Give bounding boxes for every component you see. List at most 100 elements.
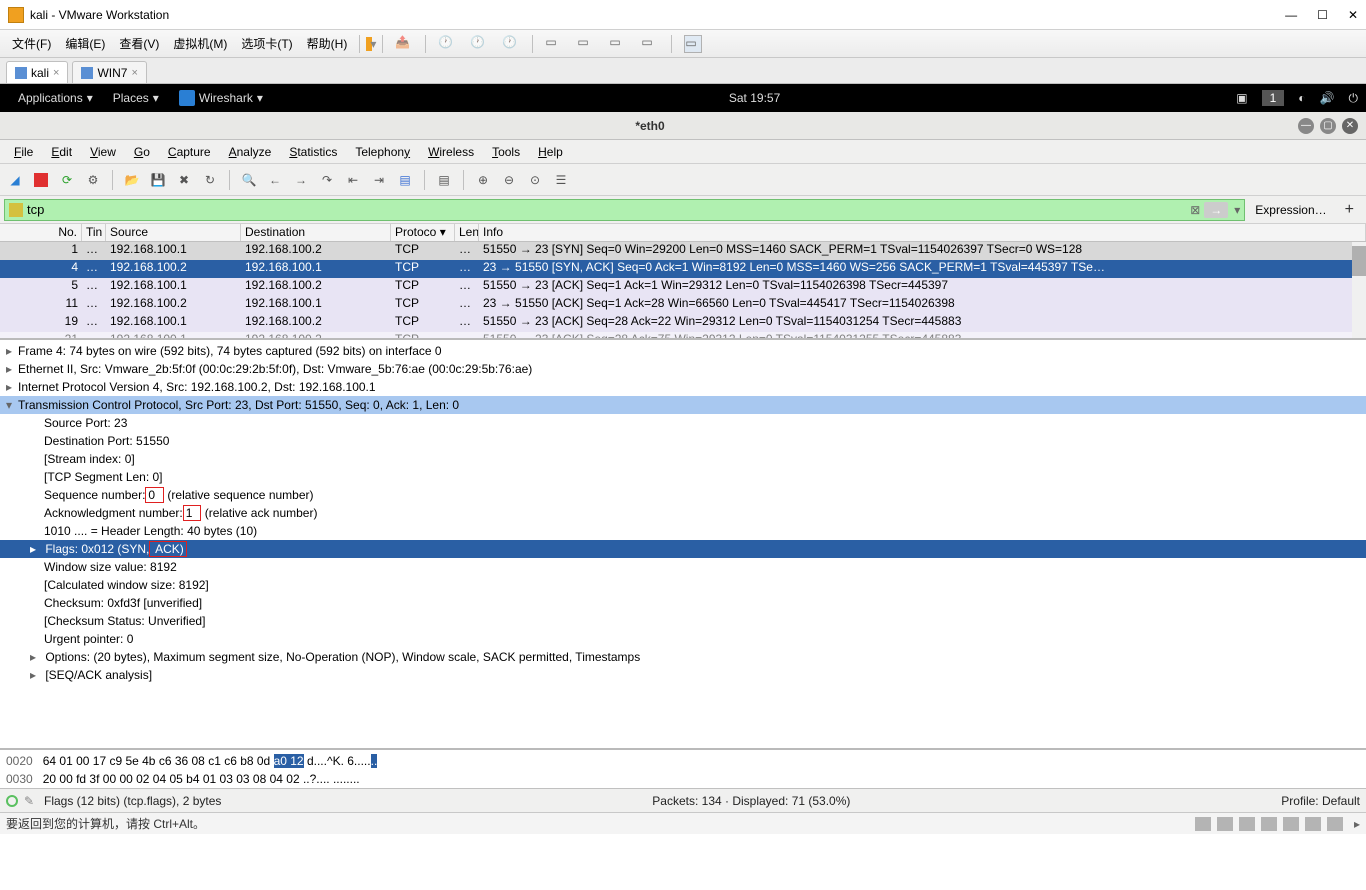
filter-input-box[interactable]: ⊠ → ▾	[4, 199, 1245, 221]
apply-filter-icon[interactable]: →	[1204, 202, 1228, 218]
view1-icon[interactable]: ▭	[545, 35, 563, 53]
detail-seqack[interactable]: ▸ [SEQ/ACK analysis]	[0, 666, 1366, 684]
detail-opts[interactable]: ▸ Options: (20 bytes), Maximum segment s…	[0, 648, 1366, 666]
device-icon[interactable]	[1217, 817, 1233, 831]
bookmark-icon[interactable]	[9, 203, 23, 217]
detail-tcp[interactable]: ▾Transmission Control Protocol, Src Port…	[0, 396, 1366, 414]
tab-close-icon[interactable]: ×	[53, 67, 59, 79]
detail-urg[interactable]: Urgent pointer: 0	[0, 630, 1366, 648]
hex-pane[interactable]: 0020 64 01 00 17 c9 5e 4b c6 36 08 c1 c6…	[0, 748, 1366, 788]
applications-menu[interactable]: Applications ▾	[8, 91, 103, 105]
col-dest[interactable]: Destination	[241, 224, 391, 241]
clock3-icon[interactable]: 🕐	[502, 35, 520, 53]
detail-cksum[interactable]: Checksum: 0xfd3f [unverified]	[0, 594, 1366, 612]
packet-scrollbar[interactable]	[1352, 242, 1366, 338]
zoom-out-icon[interactable]: ⊖	[498, 169, 520, 191]
clock[interactable]: Sat 19:57	[273, 91, 1236, 105]
packet-row[interactable]: 21…192.168.100.1192.168.100.2TCP…51550 →…	[0, 332, 1366, 338]
ws-close-button[interactable]: ✕	[1342, 118, 1358, 134]
volume-icon[interactable]: 🔊	[1320, 91, 1335, 105]
menu-help[interactable]: 帮助(H)	[301, 31, 354, 56]
detail-frame[interactable]: ▸Frame 4: 74 bytes on wire (592 bits), 7…	[0, 342, 1366, 360]
workspace-badge[interactable]: 1	[1262, 90, 1285, 106]
menu-tabs[interactable]: 选项卡(T)	[235, 31, 298, 56]
zoom-reset-icon[interactable]: ⊙	[524, 169, 546, 191]
expand-icon[interactable]: ▸	[1354, 817, 1360, 831]
stop-capture-icon[interactable]	[30, 169, 52, 191]
ws-menu-statistics[interactable]: Statistics	[281, 142, 345, 162]
tab-close-icon[interactable]: ×	[131, 67, 137, 79]
status-profile[interactable]: Profile: Default	[1281, 794, 1360, 808]
device-icon[interactable]	[1261, 817, 1277, 831]
close-file-icon[interactable]: ✖	[173, 169, 195, 191]
screencast-icon[interactable]: ▣	[1236, 91, 1247, 105]
resize-cols-icon[interactable]: ☰	[550, 169, 572, 191]
zoom-in-icon[interactable]: ⊕	[472, 169, 494, 191]
fullscreen-icon[interactable]: ▭	[684, 35, 702, 53]
view4-icon[interactable]: ▭	[641, 35, 659, 53]
hex-row[interactable]: 0030 20 00 fd 3f 00 00 02 04 05 b4 01 03…	[6, 770, 1360, 788]
view2-icon[interactable]: ▭	[577, 35, 595, 53]
device-icon[interactable]	[1239, 817, 1255, 831]
ws-menu-tools[interactable]: Tools	[484, 142, 528, 162]
colorize-icon[interactable]: ▤	[433, 169, 455, 191]
packet-row[interactable]: 19…192.168.100.1192.168.100.2TCP…51550 →…	[0, 314, 1366, 332]
detail-srcport[interactable]: Source Port: 23	[0, 414, 1366, 432]
jump-icon[interactable]: ↷	[316, 169, 338, 191]
places-menu[interactable]: Places ▾	[103, 91, 169, 105]
packet-list-header[interactable]: No. Tin Source Destination Protoco ▾ Len…	[0, 224, 1366, 242]
save-icon[interactable]: 💾	[147, 169, 169, 191]
power-icon[interactable]: ⏻	[1349, 91, 1359, 106]
start-capture-icon[interactable]: ◢	[4, 169, 26, 191]
detail-ckstat[interactable]: [Checksum Status: Unverified]	[0, 612, 1366, 630]
restart-capture-icon[interactable]: ⟳	[56, 169, 78, 191]
ws-menu-telephony[interactable]: Telephony	[347, 142, 418, 162]
ws-menu-file[interactable]: File	[6, 142, 41, 162]
hex-row[interactable]: 0020 64 01 00 17 c9 5e 4b c6 36 08 c1 c6…	[6, 752, 1360, 770]
filter-dropdown-icon[interactable]: ▾	[1234, 203, 1240, 217]
packet-row[interactable]: 4…192.168.100.2192.168.100.1TCP…23 → 515…	[0, 260, 1366, 278]
ws-menu-wireless[interactable]: Wireless	[420, 142, 482, 162]
minimize-button[interactable]: —	[1285, 8, 1297, 22]
capture-options-icon[interactable]: ⚙	[82, 169, 104, 191]
menu-view[interactable]: 查看(V)	[113, 31, 165, 56]
reload-icon[interactable]: ↻	[199, 169, 221, 191]
detail-seq[interactable]: Sequence number:0 (relative sequence num…	[0, 486, 1366, 504]
filter-input[interactable]	[27, 202, 1186, 217]
packet-list[interactable]: No. Tin Source Destination Protoco ▾ Len…	[0, 224, 1366, 338]
next-icon[interactable]: →	[290, 169, 312, 191]
col-time[interactable]: Tin	[82, 224, 106, 241]
detail-seglen[interactable]: [TCP Segment Len: 0]	[0, 468, 1366, 486]
detail-calcwin[interactable]: [Calculated window size: 8192]	[0, 576, 1366, 594]
menu-edit[interactable]: 编辑(E)	[59, 31, 111, 56]
detail-dstport[interactable]: Destination Port: 51550	[0, 432, 1366, 450]
ws-menu-view[interactable]: View	[82, 142, 124, 162]
clock1-icon[interactable]: 🕐	[438, 35, 456, 53]
device-icon[interactable]	[1327, 817, 1343, 831]
detail-flags[interactable]: ▸ Flags: 0x012 (SYN, ACK)	[0, 540, 1366, 558]
add-filter-button[interactable]: +	[1337, 201, 1362, 219]
ws-menu-analyze[interactable]: Analyze	[221, 142, 280, 162]
menu-vm[interactable]: 虚拟机(M)	[167, 31, 233, 56]
ws-minimize-button[interactable]: —	[1298, 118, 1314, 134]
maximize-button[interactable]: ☐	[1317, 8, 1328, 22]
wireshark-app[interactable]: Wireshark ▾	[169, 90, 273, 106]
detail-winsize[interactable]: Window size value: 8192	[0, 558, 1366, 576]
ws-menu-capture[interactable]: Capture	[160, 142, 219, 162]
packet-row[interactable]: 11…192.168.100.2192.168.100.1TCP…23 → 51…	[0, 296, 1366, 314]
menu-file[interactable]: 文件(F)	[6, 31, 57, 56]
device-icon[interactable]	[1305, 817, 1321, 831]
col-source[interactable]: Source	[106, 224, 241, 241]
first-icon[interactable]: ⇤	[342, 169, 364, 191]
autoscroll-icon[interactable]: ▤	[394, 169, 416, 191]
device-icon[interactable]	[1283, 817, 1299, 831]
close-button[interactable]: ✕	[1348, 8, 1358, 22]
col-no[interactable]: No.	[0, 224, 82, 241]
detail-stream[interactable]: [Stream index: 0]	[0, 450, 1366, 468]
expression-button[interactable]: Expression…	[1249, 203, 1332, 217]
last-icon[interactable]: ⇥	[368, 169, 390, 191]
detail-eth[interactable]: ▸Ethernet II, Src: Vmware_2b:5f:0f (00:0…	[0, 360, 1366, 378]
tab-kali[interactable]: kali ×	[6, 61, 68, 83]
snapshot-icon[interactable]: 📤	[395, 35, 413, 53]
open-icon[interactable]: 📂	[121, 169, 143, 191]
